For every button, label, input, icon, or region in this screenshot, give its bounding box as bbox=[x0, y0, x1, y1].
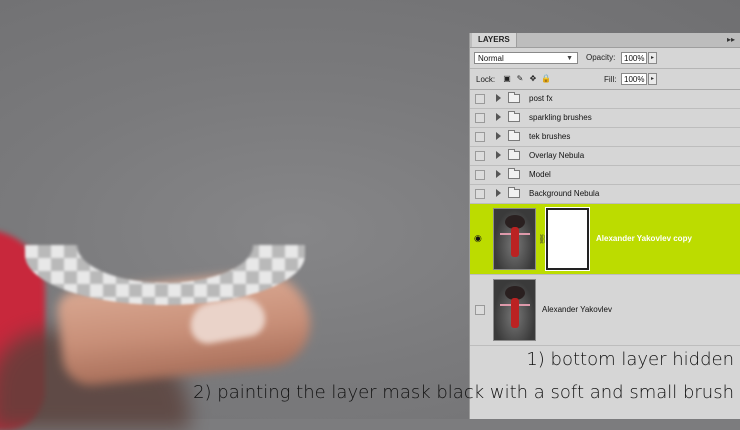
layer-name: Background Nebula bbox=[529, 189, 600, 198]
lock-position-icon[interactable]: ✥ bbox=[528, 73, 538, 83]
transparency-checkerboard bbox=[25, 245, 305, 305]
expand-triangle-icon[interactable] bbox=[496, 132, 501, 140]
blend-mode-select[interactable]: Normal ▼ bbox=[474, 52, 578, 64]
lock-label: Lock: bbox=[476, 75, 496, 84]
thumbnail-figure bbox=[511, 298, 519, 328]
layer-name: tek brushes bbox=[529, 132, 571, 141]
layer-name: Alexander Yakovlev copy bbox=[596, 234, 692, 243]
panel-tab-bar: LAYERS ▸▸ bbox=[470, 33, 740, 48]
folder-icon bbox=[508, 111, 520, 122]
opacity-label: Opacity: bbox=[586, 53, 616, 62]
layer-thumbnail[interactable] bbox=[493, 279, 536, 341]
folder-icon bbox=[508, 92, 520, 103]
tab-layers[interactable]: LAYERS bbox=[472, 33, 517, 47]
layer-group-model[interactable]: Model bbox=[470, 166, 740, 185]
blend-opacity-row: Normal ▼ Opacity: 100% ▸ bbox=[470, 48, 740, 69]
lock-icons: ▣ ✎ ✥ 🔒 bbox=[502, 73, 551, 83]
fill-stepper[interactable]: ▸ bbox=[648, 73, 657, 85]
layer-thumbnail[interactable] bbox=[493, 208, 536, 270]
layer-group-tek-brushes[interactable]: tek brushes bbox=[470, 128, 740, 147]
expand-triangle-icon[interactable] bbox=[496, 170, 501, 178]
layer-alexander-yakovlev-copy[interactable]: ◉ ⛓ Alexander Yakovlev copy bbox=[470, 204, 740, 275]
collapse-icon[interactable]: ▸▸ bbox=[727, 33, 735, 47]
expand-triangle-icon[interactable] bbox=[496, 151, 501, 159]
visibility-toggle[interactable] bbox=[475, 305, 485, 315]
layer-group-background-nebula[interactable]: Background Nebula bbox=[470, 185, 740, 204]
visibility-toggle[interactable] bbox=[475, 151, 485, 161]
layer-name: Alexander Yakovlev bbox=[542, 305, 612, 314]
lock-transparency-icon[interactable]: ▣ bbox=[502, 73, 512, 83]
lock-fill-row: Lock: ▣ ✎ ✥ 🔒 Fill: 100% ▸ bbox=[470, 69, 740, 90]
visibility-toggle[interactable] bbox=[475, 189, 485, 199]
caption-line-1: 1) bottom layer hidden bbox=[526, 349, 734, 370]
layer-group-post-fx[interactable]: post fx bbox=[470, 90, 740, 109]
fill-label: Fill: bbox=[604, 75, 617, 84]
folder-icon bbox=[508, 187, 520, 198]
dropdown-arrow-icon: ▼ bbox=[566, 55, 573, 62]
expand-triangle-icon[interactable] bbox=[496, 189, 501, 197]
fill-input[interactable]: 100% bbox=[621, 73, 647, 85]
transparent-brush-stroke bbox=[25, 245, 305, 305]
layer-name: post fx bbox=[529, 94, 553, 103]
opacity-stepper[interactable]: ▸ bbox=[648, 52, 657, 64]
layer-group-sparkling-brushes[interactable]: sparkling brushes bbox=[470, 109, 740, 128]
layer-alexander-yakovlev[interactable]: Alexander Yakovlev bbox=[470, 275, 740, 346]
opacity-input[interactable]: 100% bbox=[621, 52, 647, 64]
layer-name: Model bbox=[529, 170, 551, 179]
layer-name: sparkling brushes bbox=[529, 113, 592, 122]
blend-mode-value: Normal bbox=[478, 54, 504, 63]
layer-name: Overlay Nebula bbox=[529, 151, 585, 160]
lock-pixels-icon[interactable]: ✎ bbox=[515, 73, 525, 83]
folder-icon bbox=[508, 130, 520, 141]
visibility-toggle[interactable] bbox=[475, 94, 485, 104]
lock-all-icon[interactable]: 🔒 bbox=[541, 73, 551, 83]
visibility-toggle[interactable] bbox=[475, 132, 485, 142]
folder-icon bbox=[508, 149, 520, 160]
caption-line-2: 2) painting the layer mask black with a … bbox=[193, 382, 734, 403]
visibility-toggle[interactable] bbox=[475, 170, 485, 180]
layer-mask-thumbnail[interactable] bbox=[545, 207, 590, 271]
expand-triangle-icon[interactable] bbox=[496, 94, 501, 102]
thumbnail-figure bbox=[511, 227, 519, 257]
eye-icon[interactable]: ◉ bbox=[474, 234, 485, 243]
folder-icon bbox=[508, 168, 520, 179]
layer-group-overlay-nebula[interactable]: Overlay Nebula bbox=[470, 147, 740, 166]
visibility-toggle[interactable] bbox=[475, 113, 485, 123]
expand-triangle-icon[interactable] bbox=[496, 113, 501, 121]
